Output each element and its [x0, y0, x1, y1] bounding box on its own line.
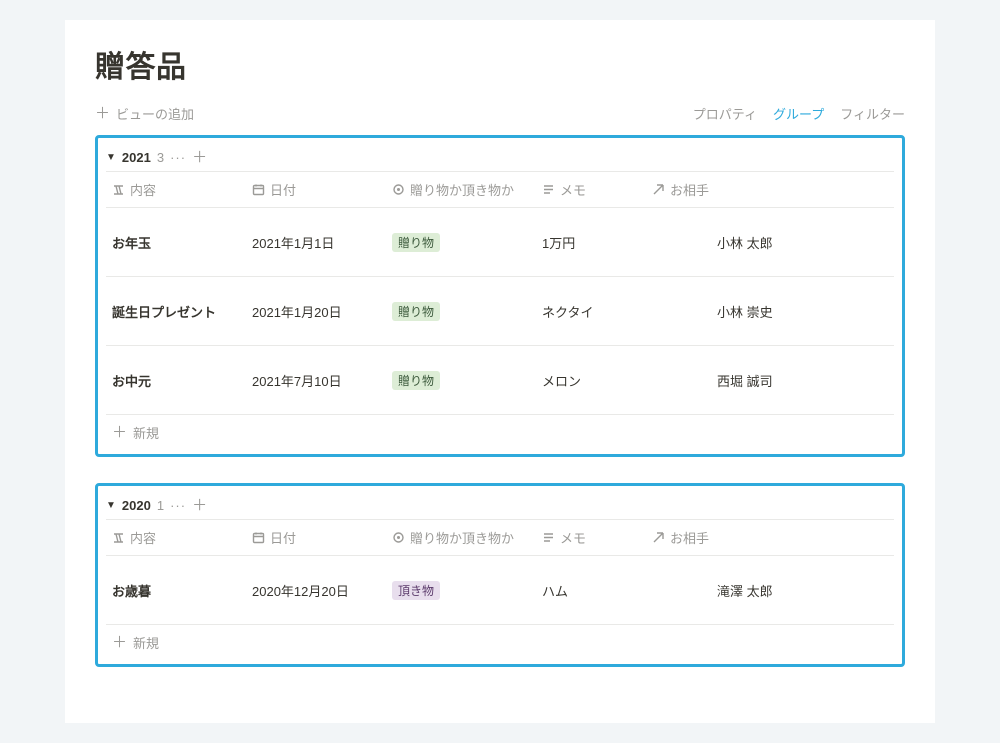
group-box: ▼20213···＋内容日付贈り物か頂き物かメモお相手お年玉2021年1月1日贈… [95, 135, 905, 457]
select-icon [392, 183, 405, 196]
type-tag: 頂き物 [392, 581, 440, 600]
text-icon [112, 183, 125, 196]
table-header: 内容日付贈り物か頂き物かメモお相手 [106, 519, 894, 555]
relation-icon [652, 531, 665, 544]
group-more-button[interactable]: ··· [170, 150, 186, 165]
collapse-toggle[interactable]: ▼ [106, 152, 116, 163]
col-date[interactable]: 日付 [246, 520, 386, 555]
cell-content: お年玉 [106, 225, 246, 260]
col-memo[interactable]: メモ [536, 520, 646, 555]
group-add-button[interactable]: ＋ [192, 150, 207, 165]
cell-person: 小林 崇史 [646, 277, 816, 345]
table-row[interactable]: お年玉2021年1月1日贈り物 1万円小林 太郎 [106, 207, 894, 276]
cell-type: 頂き物 [386, 573, 536, 608]
col-person[interactable]: お相手 [646, 172, 816, 207]
table-row[interactable]: お中元2021年7月10日贈り物 メロン西堀 誠司 [106, 345, 894, 414]
collapse-toggle[interactable]: ▼ [106, 500, 116, 511]
cell-memo: ネクタイ [536, 294, 646, 329]
plus-icon: ＋ [112, 425, 127, 440]
memo-icon [542, 183, 555, 196]
plus-icon: ＋ [95, 106, 110, 121]
groups-container: ▼20213···＋内容日付贈り物か頂き物かメモお相手お年玉2021年1月1日贈… [95, 135, 905, 667]
add-view-button[interactable]: ＋ ビューの追加 [95, 104, 194, 123]
type-tag: 贈り物 [392, 371, 440, 390]
col-content[interactable]: 内容 [106, 520, 246, 555]
cell-type: 贈り物 [386, 363, 536, 398]
group-add-button[interactable]: ＋ [192, 498, 207, 513]
plus-icon: ＋ [112, 635, 127, 650]
group-count: 1 [157, 498, 164, 513]
cell-person: 滝澤 太郎 [646, 556, 816, 624]
group-title[interactable]: 2020 [122, 498, 151, 513]
select-icon [392, 531, 405, 544]
group-box: ▼20201···＋内容日付贈り物か頂き物かメモお相手お歳暮2020年12月20… [95, 483, 905, 667]
calendar-icon [252, 531, 265, 544]
col-person[interactable]: お相手 [646, 520, 816, 555]
page-container: 贈答品 ＋ ビューの追加 プロパティ グループ フィルター ▼ 2021 3 ··· ＋… [65, 20, 935, 723]
new-row-button[interactable]: ＋新規 [106, 624, 894, 660]
cell-date: 2021年7月10日 [246, 363, 386, 398]
cell-type: 贈り物 [386, 294, 536, 329]
cell-content: お歳暮 [106, 573, 246, 608]
table-row[interactable]: 誕生日プレゼント2021年1月20日贈り物 ネクタイ小林 崇史 [106, 276, 894, 345]
filter-button[interactable]: フィルター [840, 104, 905, 123]
text-icon [112, 531, 125, 544]
page-icon [652, 285, 712, 337]
page-icon [652, 216, 712, 268]
cell-date: 2020年12月20日 [246, 573, 386, 608]
cell-memo: 1万円 [536, 225, 646, 260]
cell-person: 西堀 誠司 [646, 346, 816, 414]
group-count: 3 [157, 150, 164, 165]
page-icon [652, 564, 712, 616]
col-memo[interactable]: メモ [536, 172, 646, 207]
property-button[interactable]: プロパティ [693, 104, 757, 123]
col-content[interactable]: 内容 [106, 172, 246, 207]
cell-memo: メロン [536, 363, 646, 398]
col-date[interactable]: 日付 [246, 172, 386, 207]
calendar-icon [252, 183, 265, 196]
type-tag: 贈り物 [392, 302, 440, 321]
cell-content: 誕生日プレゼント [106, 294, 246, 329]
col-type[interactable]: 贈り物か頂き物か [386, 520, 536, 555]
new-row-button[interactable]: ＋新規 [106, 414, 894, 450]
cell-date: 2021年1月20日 [246, 294, 386, 329]
cell-memo: ハム [536, 573, 646, 608]
type-tag: 贈り物 [392, 233, 440, 252]
memo-icon [542, 531, 555, 544]
group-button[interactable]: グループ [773, 104, 824, 123]
group-more-button[interactable]: ··· [170, 498, 186, 513]
view-toolbar: ＋ ビューの追加 プロパティ グループ フィルター [95, 104, 905, 123]
table-header: 内容日付贈り物か頂き物かメモお相手 [106, 171, 894, 207]
group-header: ▼ 2020 1 ··· ＋ [106, 490, 894, 519]
page-title: 贈答品 [95, 42, 905, 86]
add-view-label: ビューの追加 [116, 104, 194, 123]
group-header: ▼ 2021 3 ··· ＋ [106, 142, 894, 171]
col-type[interactable]: 贈り物か頂き物か [386, 172, 536, 207]
cell-content: お中元 [106, 363, 246, 398]
cell-type: 贈り物 [386, 225, 536, 260]
cell-person: 小林 太郎 [646, 208, 816, 276]
table-row[interactable]: お歳暮2020年12月20日頂き物 ハム滝澤 太郎 [106, 555, 894, 624]
cell-date: 2021年1月1日 [246, 225, 386, 260]
page-icon [652, 354, 712, 406]
relation-icon [652, 183, 665, 196]
toolbar-right: プロパティ グループ フィルター [693, 104, 905, 123]
group-title[interactable]: 2021 [122, 150, 151, 165]
